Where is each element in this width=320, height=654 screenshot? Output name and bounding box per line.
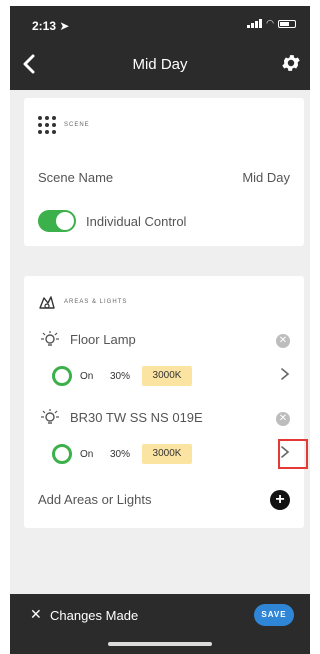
light-detail-button[interactable] [280,367,290,386]
light-name: BR30 TW SS NS 019E [70,410,203,425]
chevron-right-icon [281,368,290,380]
status-time: 2:13 ➤ [32,19,69,33]
light-state: On [80,371,94,382]
individual-control-toggle[interactable] [38,210,76,232]
wifi-icon: ◠ [266,18,274,28]
scene-name-value[interactable]: Mid Day [242,170,290,185]
chevron-right-icon [281,446,290,458]
plus-icon: + [275,491,285,508]
bulb-icon [41,409,59,424]
scene-name-label: Scene Name [38,170,114,185]
status-time-text: 2:13 [32,19,57,33]
remove-light-button[interactable]: ✕ [276,412,290,426]
light-status-indicator[interactable] [52,366,72,386]
light-detail-button[interactable] [280,445,290,464]
light-level: 30% [110,371,131,382]
close-icon: ✕ [278,413,288,424]
gear-icon [282,55,300,71]
areas-section-label: AREAS & LIGHTS [64,299,128,305]
bulb-icon [41,331,59,346]
areas-lights-card: AREAS & LIGHTS Floor Lamp ✕ On 30% 3000K [24,276,308,528]
toggle-knob [56,212,74,230]
scene-section-header: SCENE [38,116,90,134]
discard-changes-button[interactable]: ✕ [30,606,42,623]
remove-light-button[interactable]: ✕ [276,334,290,348]
status-icons: ◠ [247,18,296,29]
changes-made-label: Changes Made [50,608,139,623]
scene-card: SCENE Scene Name Mid Day Individual Cont… [24,98,304,246]
app-screen: 2:13 ➤ ◠ Mid Day SCENE Scene Name Mid Da… [10,6,310,654]
light-level: 30% [110,449,131,460]
areas-section-header: AREAS & LIGHTS [38,294,127,310]
close-icon: ✕ [30,606,42,622]
settings-button[interactable] [280,52,302,74]
close-icon: ✕ [278,335,288,346]
signal-icon [247,19,263,28]
page-title: Mid Day [132,56,188,73]
footer-bar: ✕ Changes Made SAVE [10,594,310,654]
add-areas-lights-label: Add Areas or Lights [38,492,152,507]
areas-icon [39,296,55,309]
scene-grid-icon [38,116,56,134]
individual-control-label: Individual Control [86,214,187,229]
home-indicator[interactable] [108,642,212,646]
location-arrow-icon: ➤ [59,19,70,33]
scene-section-label: SCENE [64,122,90,128]
battery-icon [278,19,296,28]
header: 2:13 ➤ ◠ Mid Day [10,6,310,90]
add-areas-lights-button[interactable]: + [270,490,290,510]
save-button[interactable]: SAVE [254,604,294,626]
light-status-indicator[interactable] [52,444,72,464]
light-state: On [80,449,94,460]
color-temp-badge: 3000K [142,444,192,464]
color-temp-badge: 3000K [142,366,192,386]
light-name: Floor Lamp [70,332,136,347]
